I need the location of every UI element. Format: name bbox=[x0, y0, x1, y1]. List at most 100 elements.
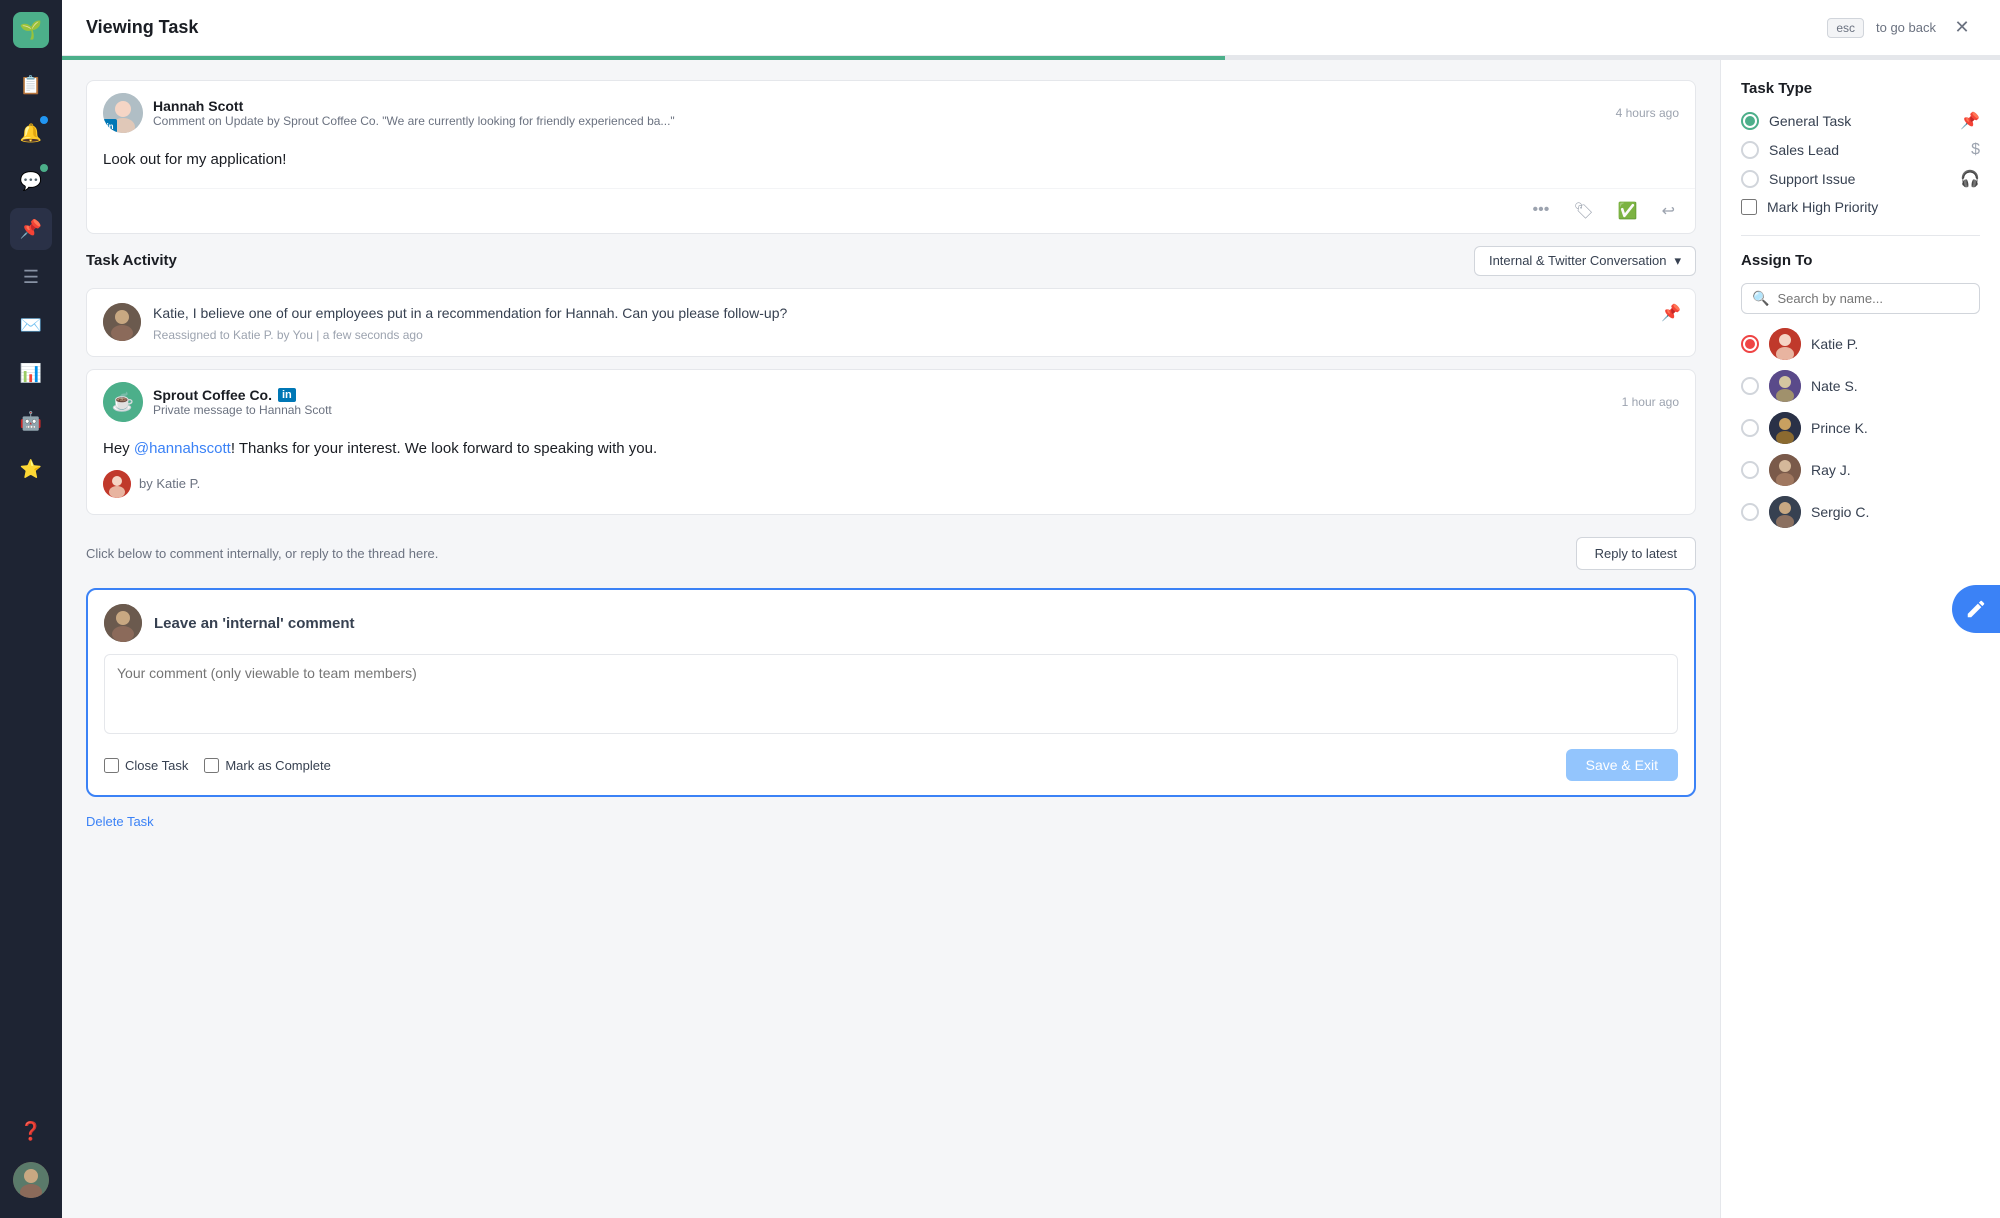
dollar-icon: $ bbox=[1971, 141, 1980, 159]
assignee-katie[interactable]: Katie P. bbox=[1741, 328, 1980, 360]
message-actions: ••• 🏷 ✅ ↩ bbox=[87, 188, 1695, 233]
help-icon: ❓ bbox=[20, 1121, 42, 1142]
feed-icon: 📋 bbox=[20, 75, 42, 96]
close-task-label[interactable]: Close Task bbox=[104, 758, 188, 773]
message-subtitle: Comment on Update by Sprout Coffee Co. "… bbox=[153, 114, 1606, 128]
close-button[interactable]: ✕ bbox=[1948, 14, 1976, 42]
assign-to-title: Assign To bbox=[1741, 252, 1980, 269]
complete-btn[interactable]: ✅ bbox=[1614, 197, 1642, 225]
ray-avatar bbox=[1769, 454, 1801, 486]
linkedin-indicator: in bbox=[278, 388, 296, 402]
close-task-text: Close Task bbox=[125, 758, 188, 773]
internal-note-row: Katie, I believe one of our employees pu… bbox=[103, 303, 1679, 342]
sidebar-item-menu[interactable]: ☰ bbox=[10, 256, 52, 298]
mark-complete-checkbox[interactable] bbox=[204, 758, 219, 773]
twitter-body: Hey @hannahscott! Thanks for your intere… bbox=[87, 430, 1695, 515]
save-exit-button[interactable]: Save & Exit bbox=[1566, 749, 1678, 781]
support-issue-label: Support Issue bbox=[1769, 171, 1950, 187]
reply-latest-button[interactable]: Reply to latest bbox=[1576, 537, 1696, 570]
katie-avatar bbox=[1769, 328, 1801, 360]
internal-note-content: Katie, I believe one of our employees pu… bbox=[153, 303, 1679, 342]
mention-hannahscott: @hannahscott bbox=[134, 440, 231, 457]
task-type-general[interactable]: General Task 📌 bbox=[1741, 111, 1980, 131]
mark-complete-label[interactable]: Mark as Complete bbox=[204, 758, 330, 773]
twitter-message-meta: Sprout Coffee Co. in Private message to … bbox=[153, 387, 1612, 417]
task-type-support[interactable]: Support Issue 🎧 bbox=[1741, 169, 1980, 189]
assignee-ray[interactable]: Ray J. bbox=[1741, 454, 1980, 486]
prince-avatar bbox=[1769, 412, 1801, 444]
ray-radio[interactable] bbox=[1741, 461, 1759, 479]
nate-name: Nate S. bbox=[1811, 378, 1858, 394]
sidebar-item-tasks[interactable]: 📌 bbox=[10, 208, 52, 250]
high-priority-row[interactable]: Mark High Priority bbox=[1741, 199, 1980, 215]
sidebar-item-favorites[interactable]: ⭐ bbox=[10, 448, 52, 490]
sidebar-item-notifications[interactable]: 🔔 bbox=[10, 112, 52, 154]
high-priority-label: Mark High Priority bbox=[1767, 199, 1878, 215]
general-task-radio[interactable] bbox=[1741, 112, 1759, 130]
sidebar-item-messages[interactable]: 💬 bbox=[10, 160, 52, 202]
pin-icon: 📌 bbox=[1661, 303, 1681, 323]
close-task-checkbox[interactable] bbox=[104, 758, 119, 773]
reply-btn[interactable]: ↩ bbox=[1658, 197, 1679, 225]
nate-avatar bbox=[1769, 370, 1801, 402]
nate-radio[interactable] bbox=[1741, 377, 1759, 395]
assignee-prince[interactable]: Prince K. bbox=[1741, 412, 1980, 444]
sergio-radio[interactable] bbox=[1741, 503, 1759, 521]
sidebar-item-compose[interactable]: ✉️ bbox=[10, 304, 52, 346]
sidebar-item-bot[interactable]: 🤖 bbox=[10, 400, 52, 442]
delete-task-link[interactable]: Delete Task bbox=[86, 814, 154, 829]
sales-lead-radio[interactable] bbox=[1741, 141, 1759, 159]
internal-note-avatar bbox=[103, 303, 141, 341]
notifications-icon: 🔔 bbox=[20, 123, 42, 144]
author-name: Hannah Scott bbox=[153, 98, 1606, 114]
comment-box-header: Leave an 'internal' comment bbox=[104, 604, 1678, 642]
app-logo[interactable]: 🌱 bbox=[13, 12, 49, 48]
support-issue-radio[interactable] bbox=[1741, 170, 1759, 188]
more-options-btn[interactable]: ••• bbox=[1529, 197, 1554, 225]
chevron-down-icon: ▾ bbox=[1674, 253, 1681, 269]
assignee-search-box[interactable]: 🔍 bbox=[1741, 283, 1980, 314]
sidebar-item-help[interactable]: ❓ bbox=[10, 1110, 52, 1152]
mark-complete-text: Mark as Complete bbox=[225, 758, 330, 773]
dropdown-label: Internal & Twitter Conversation bbox=[1489, 253, 1667, 268]
messages-icon: 💬 bbox=[20, 171, 42, 192]
star-icon: ⭐ bbox=[20, 459, 42, 480]
ray-name: Ray J. bbox=[1811, 462, 1851, 478]
main-content: Viewing Task esc to go back ✕ in Hannah … bbox=[62, 0, 2000, 1218]
headset-icon: 🎧 bbox=[1960, 169, 1980, 189]
message-card-header: in Hannah Scott Comment on Update by Spr… bbox=[87, 81, 1695, 141]
tasks-icon: 📌 bbox=[20, 219, 42, 240]
menu-icon: ☰ bbox=[23, 267, 39, 288]
task-type-sales[interactable]: Sales Lead $ bbox=[1741, 141, 1980, 159]
analytics-icon: 📊 bbox=[20, 363, 42, 384]
svg-text:☕: ☕ bbox=[112, 391, 134, 412]
katie-name: Katie P. bbox=[1811, 336, 1858, 352]
message-card: in Hannah Scott Comment on Update by Spr… bbox=[86, 80, 1696, 234]
conversation-dropdown[interactable]: Internal & Twitter Conversation ▾ bbox=[1474, 246, 1696, 276]
sidebar: 🌱 📋 🔔 💬 📌 ☰ ✉️ 📊 🤖 ⭐ ❓ bbox=[0, 0, 62, 1218]
twitter-subtitle: Private message to Hannah Scott bbox=[153, 403, 1612, 417]
company-avatar: ☕ bbox=[103, 382, 143, 422]
katie-radio[interactable] bbox=[1741, 335, 1759, 353]
prince-radio[interactable] bbox=[1741, 419, 1759, 437]
notifications-badge bbox=[40, 116, 48, 124]
internal-note-meta: Reassigned to Katie P. by You | a few se… bbox=[153, 328, 1679, 342]
divider bbox=[1741, 235, 1980, 236]
task-type-title: Task Type bbox=[1741, 80, 1980, 97]
sidebar-item-feed[interactable]: 📋 bbox=[10, 64, 52, 106]
message-body: Look out for my application! bbox=[87, 141, 1695, 188]
hannah-avatar: in bbox=[103, 93, 143, 133]
compose-icon: ✉️ bbox=[20, 315, 42, 336]
user-avatar[interactable] bbox=[13, 1162, 49, 1198]
comment-input[interactable] bbox=[104, 654, 1678, 734]
assignee-search-input[interactable] bbox=[1777, 291, 1969, 306]
tag-btn[interactable]: 🏷 bbox=[1569, 197, 1597, 225]
assignee-sergio[interactable]: Sergio C. bbox=[1741, 496, 1980, 528]
high-priority-checkbox[interactable] bbox=[1741, 199, 1757, 215]
by-label: by Katie P. bbox=[139, 474, 200, 494]
sidebar-item-analytics[interactable]: 📊 bbox=[10, 352, 52, 394]
internal-note-text: Katie, I believe one of our employees pu… bbox=[153, 303, 1679, 324]
edit-fab-button[interactable] bbox=[1952, 585, 2000, 633]
assignee-nate[interactable]: Nate S. bbox=[1741, 370, 1980, 402]
message-meta: Hannah Scott Comment on Update by Sprout… bbox=[153, 98, 1606, 128]
